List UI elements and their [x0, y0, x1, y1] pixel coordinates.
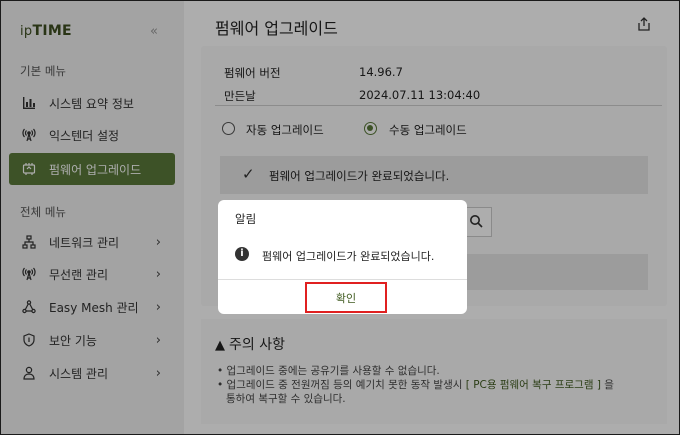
dialog-message: 펌웨어 업그레이드가 완료되었습니다.: [262, 250, 435, 263]
divider: [218, 279, 467, 280]
alert-dialog: 알림 i 펌웨어 업그레이드가 완료되었습니다. 확인: [218, 200, 467, 314]
dialog-title: 알림: [235, 212, 257, 226]
confirm-button[interactable]: 확인: [305, 282, 387, 313]
info-icon: i: [235, 247, 249, 261]
app-window: ipTIME « 기본 메뉴 시스템 요약 정보 익스텐더 설정 펌웨어 업그레…: [0, 0, 680, 435]
